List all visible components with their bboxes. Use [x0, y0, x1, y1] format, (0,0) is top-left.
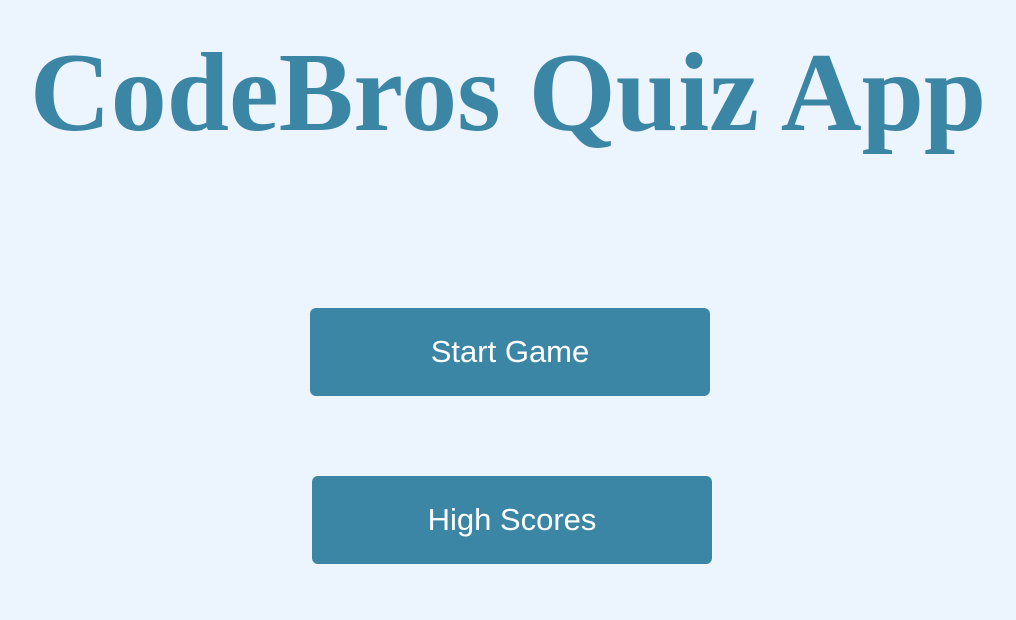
start-game-button[interactable]: Start Game: [310, 308, 710, 396]
page-title: CodeBros Quiz App: [29, 31, 987, 155]
high-scores-button[interactable]: High Scores: [312, 476, 712, 564]
